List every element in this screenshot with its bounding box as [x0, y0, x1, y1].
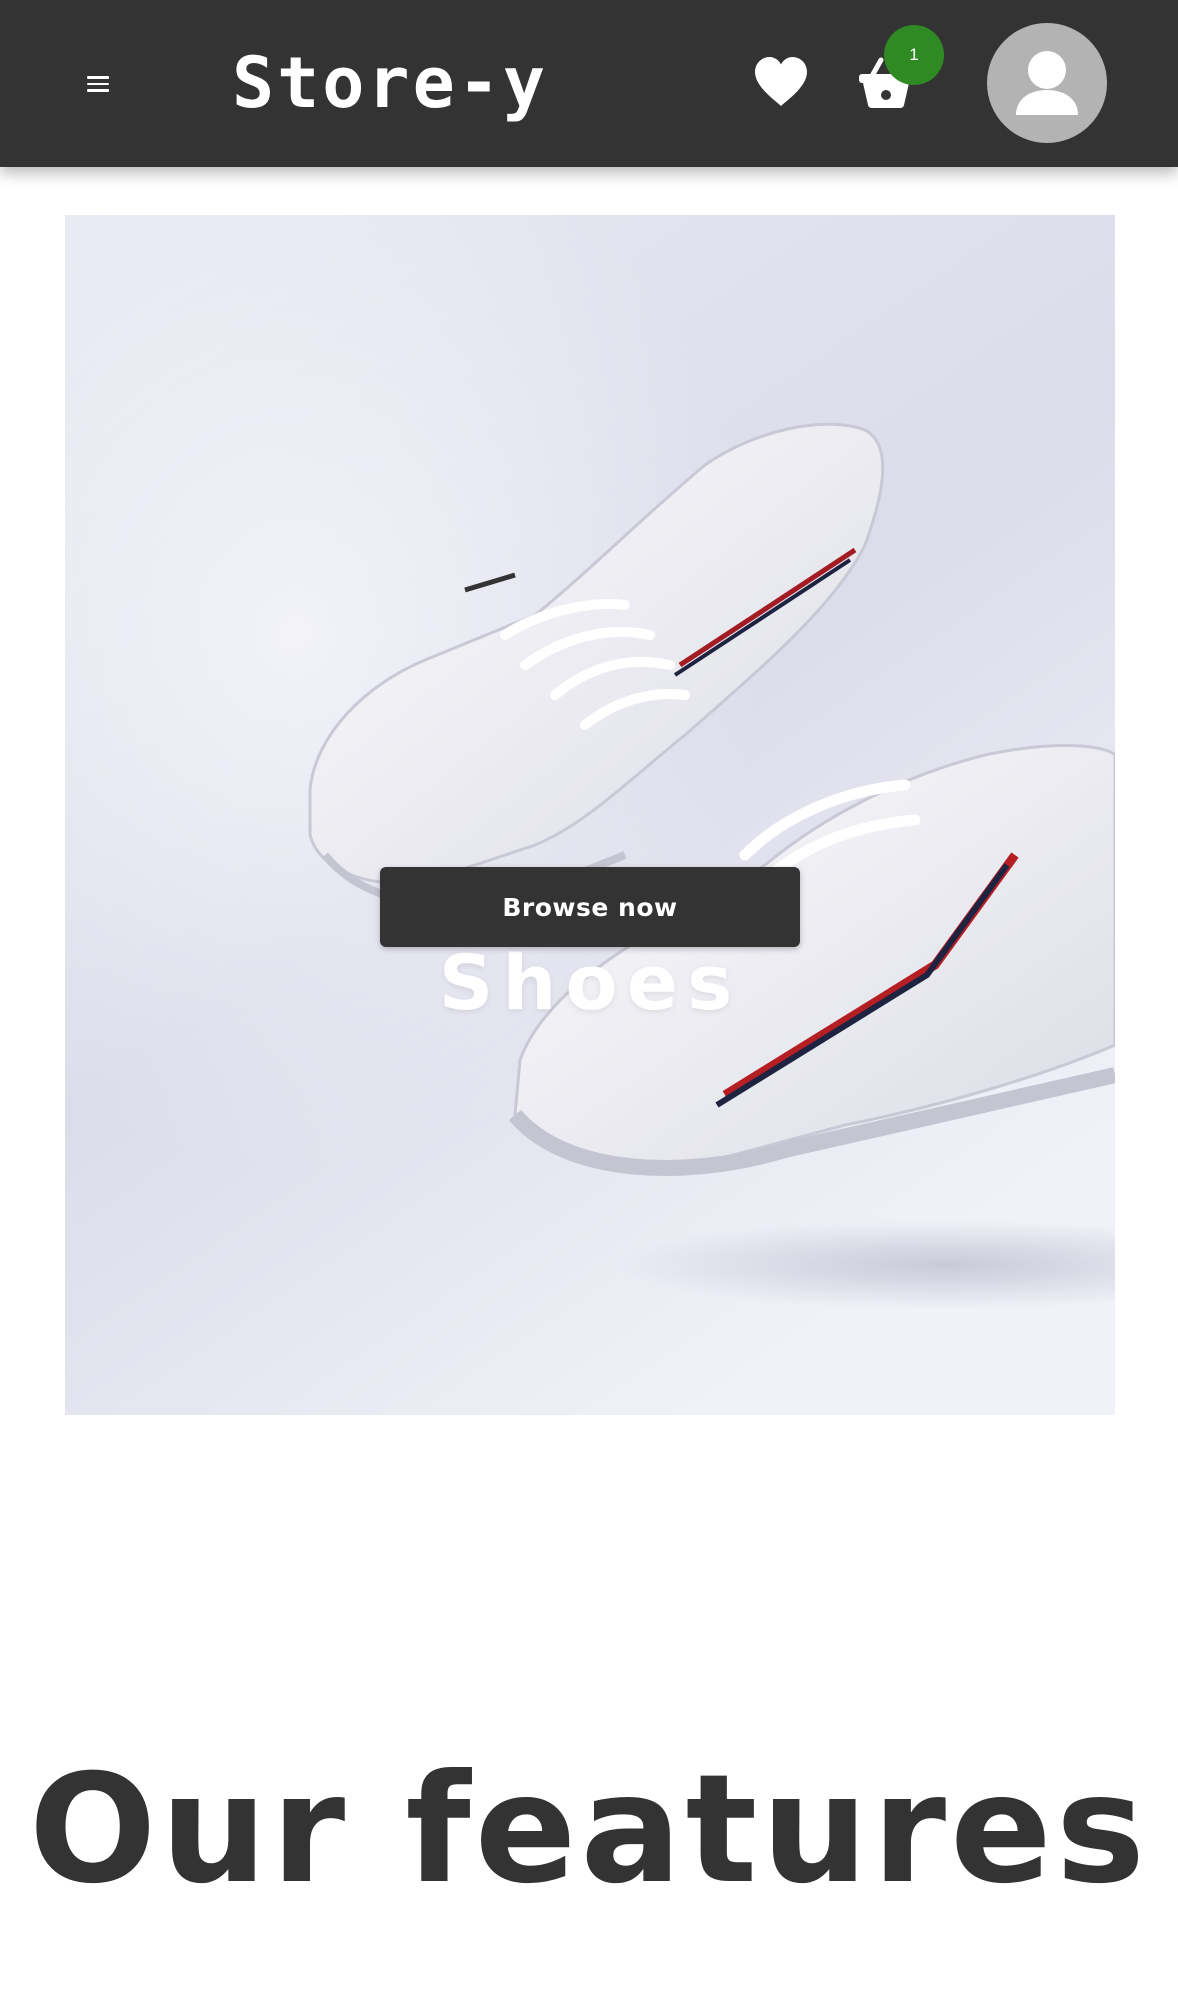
user-avatar-button[interactable] [987, 23, 1107, 143]
hero-banner: Shoes Browse now [65, 215, 1115, 1415]
browse-now-button[interactable]: Browse now [380, 867, 800, 947]
hamburger-menu-icon [87, 76, 109, 79]
white-sneakers-photo [65, 215, 1115, 1415]
top-nav-bar: Store-y 1 [0, 0, 1178, 167]
hero-title: Shoes [438, 938, 742, 1027]
menu-button[interactable] [76, 62, 120, 106]
cart-count-badge: 1 [884, 25, 944, 85]
user-icon [1016, 51, 1078, 115]
features-heading: Our features [28, 1743, 1150, 1917]
brand-logo[interactable]: Store-y [232, 38, 548, 128]
wishlist-button[interactable] [752, 54, 810, 110]
heart-icon [755, 57, 807, 106]
